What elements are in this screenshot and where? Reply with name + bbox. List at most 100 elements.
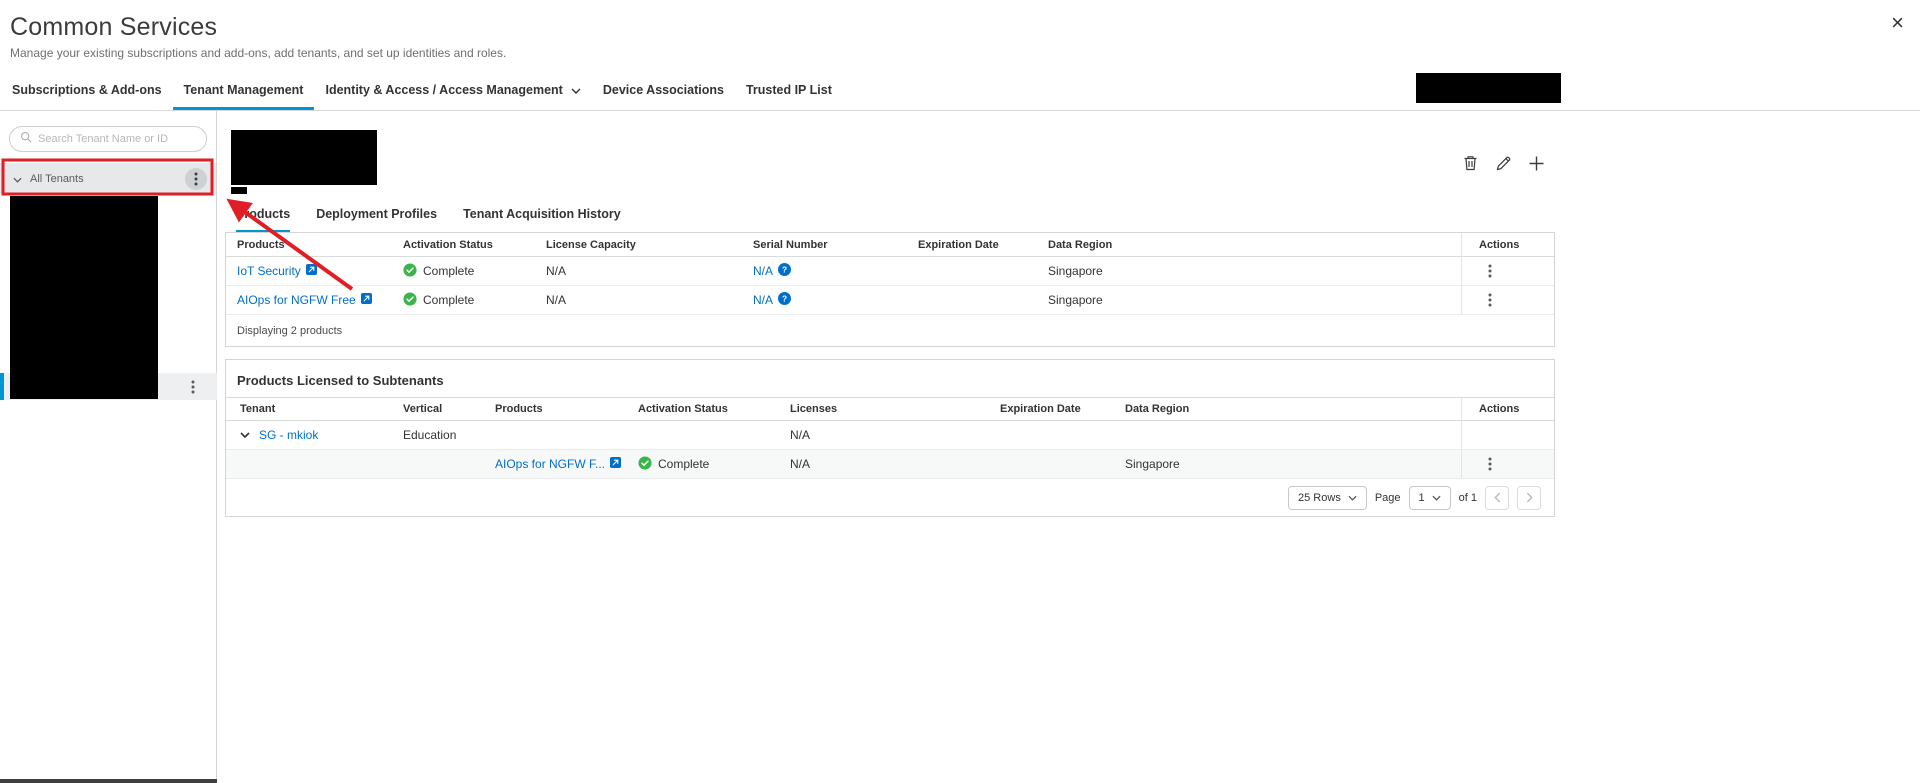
- product-link[interactable]: IoT Security: [237, 264, 317, 278]
- subtenants-panel: Products Licensed to Subtenants Tenant V…: [225, 359, 1555, 517]
- previous-page-button[interactable]: [1485, 486, 1509, 510]
- status-text: Complete: [423, 264, 474, 278]
- search-input[interactable]: [38, 133, 196, 145]
- tab-identity-access[interactable]: Identity & Access / Access Management: [314, 70, 591, 110]
- column-header: Products: [226, 239, 403, 251]
- column-header: Activation Status: [638, 403, 790, 415]
- svg-text:?: ?: [782, 264, 787, 274]
- row-actions-kebab[interactable]: [1479, 453, 1501, 475]
- column-header: Actions: [1461, 233, 1554, 256]
- tenant-sidebar: All Tenants: [0, 111, 217, 783]
- table-row: IoT Security Complete N/A N/A ? Singa: [226, 257, 1554, 286]
- tab-label: Identity & Access / Access Management: [325, 83, 562, 97]
- tab-tenant-management[interactable]: Tenant Management: [173, 70, 315, 110]
- edit-tenant-button[interactable]: [1493, 153, 1513, 173]
- pagination-bar: 25 Rows Page 1 of 1: [226, 479, 1554, 516]
- products-count-footer: Displaying 2 products: [226, 315, 1554, 346]
- tenant-head: [217, 111, 1920, 199]
- table-row: SG - mkiok Education N/A: [226, 421, 1554, 450]
- external-link-icon[interactable]: [610, 457, 621, 471]
- tenant-head-actions: [1460, 153, 1546, 173]
- page-title: Common Services: [10, 13, 1904, 42]
- status-text: Complete: [423, 293, 474, 307]
- column-header: Expiration Date: [918, 239, 1048, 251]
- tab-trusted-ip-list[interactable]: Trusted IP List: [735, 70, 843, 110]
- subtenants-title: Products Licensed to Subtenants: [226, 360, 1554, 397]
- serial-number: N/A: [753, 293, 773, 307]
- tab-device-associations[interactable]: Device Associations: [592, 70, 735, 110]
- table-row: AIOps for NGFW F... Complete N/A Singapo…: [226, 450, 1554, 479]
- tab-label: Trusted IP List: [746, 83, 832, 97]
- column-header: License Capacity: [546, 239, 753, 251]
- next-page-button[interactable]: [1517, 486, 1541, 510]
- tab-label: Tenant Acquisition History: [463, 207, 621, 221]
- column-header: Data Region: [1125, 403, 1461, 415]
- tenant-detail-main: Products Deployment Profiles Tenant Acqu…: [217, 111, 1920, 783]
- column-header: Activation Status: [403, 239, 546, 251]
- all-tenants-kebab-menu[interactable]: [185, 168, 207, 190]
- page-count-label: of 1: [1459, 492, 1477, 504]
- tenant-detail-tabs: Products Deployment Profiles Tenant Acqu…: [236, 199, 1920, 232]
- page-number-select[interactable]: 1: [1409, 486, 1451, 510]
- chevron-down-icon: [1432, 492, 1441, 504]
- sidebar-item-all-tenants[interactable]: All Tenants: [0, 163, 216, 194]
- licenses: N/A: [790, 428, 1000, 442]
- column-header: Vertical: [403, 403, 495, 415]
- tab-products[interactable]: Products: [236, 199, 290, 232]
- tenant-search-box: [9, 126, 207, 152]
- nav-tabbar: Subscriptions & Add-ons Tenant Managemen…: [0, 70, 1920, 111]
- search-icon: [20, 130, 32, 148]
- horizontal-scrollbar[interactable]: [0, 779, 217, 783]
- svg-text:?: ?: [782, 293, 787, 303]
- external-link-icon[interactable]: [306, 264, 317, 278]
- product-link[interactable]: AIOps for NGFW Free: [237, 293, 372, 307]
- tab-label: Device Associations: [603, 83, 724, 97]
- check-circle-icon: [403, 263, 417, 280]
- product-name: IoT Security: [237, 264, 301, 278]
- page-subtitle: Manage your existing subscriptions and a…: [10, 46, 1904, 60]
- page-header: Common Services Manage your existing sub…: [0, 0, 1920, 70]
- check-circle-icon: [403, 292, 417, 309]
- redacted-region: [231, 187, 247, 194]
- info-icon[interactable]: ?: [778, 292, 791, 308]
- products-table-header: Products Activation Status License Capac…: [226, 233, 1554, 257]
- info-icon[interactable]: ?: [778, 263, 791, 279]
- status-text: Complete: [658, 457, 709, 471]
- tab-label: Products: [236, 207, 290, 221]
- license-capacity: N/A: [546, 293, 753, 307]
- product-name: AIOps for NGFW F...: [495, 457, 605, 471]
- column-header: Products: [495, 403, 638, 415]
- redacted-region: [231, 130, 377, 185]
- serial-number: N/A: [753, 264, 773, 278]
- external-link-icon[interactable]: [361, 293, 372, 307]
- tenant-kebab-menu[interactable]: [182, 376, 204, 398]
- expand-row-chevron-icon[interactable]: [240, 432, 250, 438]
- data-region: Singapore: [1048, 264, 1461, 278]
- row-actions-kebab[interactable]: [1479, 289, 1501, 311]
- license-capacity: N/A: [546, 264, 753, 278]
- subtenant-link[interactable]: SG - mkiok: [259, 428, 318, 442]
- delete-tenant-button[interactable]: [1460, 153, 1480, 173]
- close-icon[interactable]: ×: [1891, 12, 1904, 34]
- tab-deployment-profiles[interactable]: Deployment Profiles: [316, 199, 437, 232]
- chevron-down-icon: [13, 170, 22, 188]
- chevron-down-icon: [1348, 492, 1357, 504]
- rows-per-page-select[interactable]: 25 Rows: [1288, 486, 1367, 510]
- body: All Tenants: [0, 111, 1920, 783]
- tab-tenant-acquisition-history[interactable]: Tenant Acquisition History: [463, 199, 621, 232]
- page-label: Page: [1375, 492, 1401, 504]
- tab-label: Subscriptions & Add-ons: [12, 83, 162, 97]
- row-actions-kebab[interactable]: [1479, 260, 1501, 282]
- products-panel: Products Activation Status License Capac…: [225, 232, 1555, 347]
- data-region: Singapore: [1125, 457, 1461, 471]
- tab-label: Deployment Profiles: [316, 207, 437, 221]
- table-row: AIOps for NGFW Free Complete N/A N/A ?: [226, 286, 1554, 315]
- tab-subscriptions-addons[interactable]: Subscriptions & Add-ons: [1, 70, 173, 110]
- column-header: Licenses: [790, 403, 1000, 415]
- product-link[interactable]: AIOps for NGFW F...: [495, 457, 621, 471]
- add-tenant-button[interactable]: [1526, 153, 1546, 173]
- check-circle-icon: [638, 456, 652, 473]
- all-tenants-label: All Tenants: [30, 173, 84, 185]
- licenses: N/A: [790, 457, 1000, 471]
- page-number-value: 1: [1419, 492, 1425, 504]
